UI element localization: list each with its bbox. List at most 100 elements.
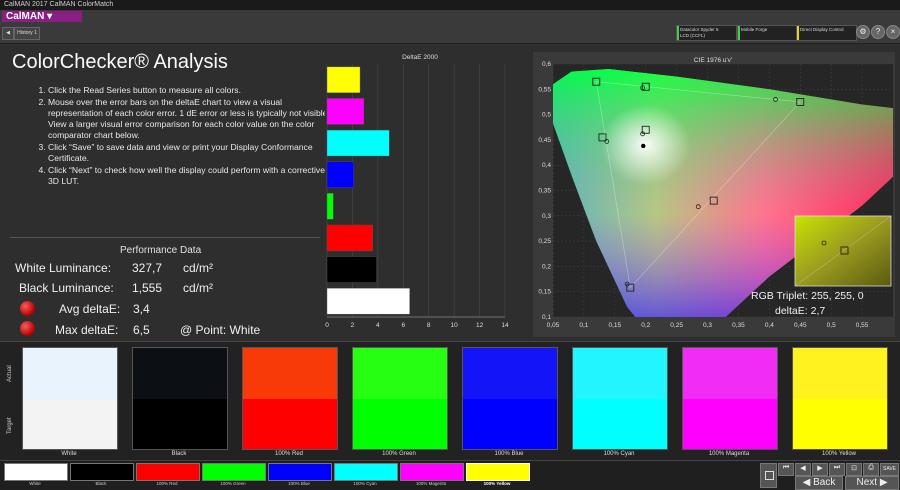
max-deltae-indicator (20, 321, 35, 336)
swatch-label: 100% Yellow (821, 451, 857, 457)
device-status-led (738, 26, 740, 40)
cie-tick-y: 0,4 (542, 162, 551, 169)
first-page-button[interactable]: ⏮ (778, 463, 794, 476)
device-button-2[interactable]: Mobile Forge (737, 25, 797, 41)
cie-tick-x: 0,35 (732, 322, 745, 329)
device-button-3[interactable]: Direct Display Control (796, 25, 857, 41)
history-back-arrow-icon[interactable]: ◀ (2, 27, 14, 40)
max-deltae-value: 6,5 (133, 323, 150, 337)
cie-tick-x: 0,3 (703, 322, 712, 329)
deltae-bar-black[interactable] (326, 256, 377, 283)
next-page-small-button[interactable]: ▶ (812, 463, 828, 476)
instruction-step-1: Click the Read Series button to measure … (48, 85, 338, 96)
max-deltae-label: Max deltaE: (55, 323, 119, 337)
cie-tick-y: 0,35 (538, 188, 551, 195)
nav-item-100-cyan[interactable] (334, 463, 398, 481)
swatch-label: 100% Red (274, 451, 304, 457)
cie-tick-x: 0,05 (547, 322, 560, 329)
swatch-black[interactable] (132, 347, 228, 450)
bar-chart-tick-label: 8 (427, 322, 431, 329)
bar-chart-tick-label: 6 (401, 322, 405, 329)
swatch-100-red[interactable] (242, 347, 338, 450)
last-page-button[interactable]: ⏭ (829, 463, 845, 476)
nav-item-100-magenta[interactable] (400, 463, 464, 481)
device-mode: LCD (CCFL) (680, 33, 706, 38)
instruction-step-2: Mouse over the error bars on the deltaE … (48, 97, 338, 141)
swatch-label: 100% Cyan (603, 451, 635, 457)
swatch-100-yellow[interactable] (792, 347, 888, 450)
history-tab[interactable]: History 1 (14, 27, 40, 40)
help-icon[interactable]: ? (871, 25, 885, 39)
lock-icon[interactable]: ⊡ (846, 463, 862, 476)
gear-icon[interactable]: ⚙ (856, 25, 870, 39)
nav-item-100-red[interactable] (136, 463, 200, 481)
deltae-bar-100-cyan[interactable] (326, 129, 390, 157)
cie-tick-x: 0,2 (641, 322, 650, 329)
save-button[interactable]: SAVE (880, 463, 899, 476)
cie-tick-x: 0,5 (827, 322, 836, 329)
divider (10, 237, 320, 238)
print-icon[interactable]: ⎙ (863, 463, 879, 476)
deltae-bar-100-red[interactable] (326, 224, 373, 252)
swatch-100-green[interactable] (352, 347, 448, 450)
cie-tick-x: 0,1 (579, 322, 588, 329)
device-name: Mobile Forge (741, 27, 768, 32)
instruction-step-3: Click “Save” to save data and view or pr… (48, 142, 338, 164)
white-luminance-unit: cd/m² (183, 261, 213, 275)
swatch-target (573, 398, 667, 449)
black-luminance-value: 1,555 (132, 281, 163, 295)
cie-tick-x: 0,45 (794, 322, 807, 329)
nav-item-100-yellow[interactable] (466, 463, 530, 481)
swatch-target (683, 398, 777, 449)
cie-tick-y: 0,1 (542, 314, 551, 321)
nav-item-100-blue[interactable] (268, 463, 332, 481)
nav-item-label: 100% Blue (288, 481, 310, 486)
stop-button[interactable] (760, 463, 777, 488)
app-logo-menu[interactable]: CalMAN ▾ (2, 11, 82, 22)
swatch-white[interactable] (22, 347, 118, 450)
swatch-100-cyan[interactable] (572, 347, 668, 450)
swatch-label: White (61, 451, 77, 457)
cie-tick-x: 0,25 (670, 322, 683, 329)
avg-deltae-value: 3,4 (133, 302, 150, 316)
deltae-bar-white[interactable] (326, 288, 410, 315)
bar-chart-tick-label: 12 (476, 322, 484, 329)
nav-item-100-green[interactable] (202, 463, 266, 481)
target-label: Target (7, 417, 13, 434)
deltae-bar-100-blue[interactable] (326, 161, 354, 188)
cie-tick-y: 0,5 (542, 112, 551, 119)
swatch-label: 100% Blue (494, 451, 524, 457)
back-button[interactable]: ◀ Back (795, 476, 843, 490)
deltae-bar-100-yellow[interactable] (326, 66, 361, 93)
nav-item-black[interactable] (70, 463, 134, 481)
swatch-100-magenta[interactable] (682, 347, 778, 450)
swatch-100-blue[interactable] (462, 347, 558, 450)
next-button[interactable]: Next ▶ (845, 476, 899, 490)
swatch-actual (793, 348, 887, 399)
nav-item-label: 100% Cyan (353, 481, 377, 486)
deltae-bar-100-magenta[interactable] (326, 98, 365, 125)
prev-page-button[interactable]: ◀ (795, 463, 811, 476)
device-status-led (797, 26, 799, 40)
swatch-target (243, 398, 337, 449)
avg-deltae-label: Avg deltaE: (59, 302, 121, 316)
stop-icon (765, 471, 774, 480)
device-name: Datacolor Spyder 5 (680, 27, 719, 32)
nav-item-white[interactable] (4, 463, 68, 481)
nav-item-label: 100% Magenta (415, 481, 447, 486)
cie-tick-y: 0,2 (542, 263, 551, 270)
cie-tick-x: 0,55 (856, 322, 869, 329)
close-icon[interactable]: × (886, 25, 900, 39)
swatch-actual (133, 348, 227, 399)
instructions-list: Click the Read Series button to measure … (34, 85, 338, 188)
bar-chart-tick-label: 4 (376, 322, 380, 329)
cie-tick-x: 0,4 (765, 322, 774, 329)
swatch-target (353, 398, 447, 449)
device-button-1[interactable]: Datacolor Spyder 5 LCD (CCFL) (676, 25, 737, 41)
deltae-bar-100-green[interactable] (326, 193, 334, 220)
window-title-bar: CalMAN 2017 CalMAN ColorMatch (0, 0, 900, 10)
swatch-actual (243, 348, 337, 399)
actual-label: Actual (7, 365, 13, 382)
instruction-step-2-note: View a larger visual error comparison fo… (48, 119, 315, 140)
window-title: CalMAN 2017 CalMAN ColorMatch (4, 1, 114, 8)
